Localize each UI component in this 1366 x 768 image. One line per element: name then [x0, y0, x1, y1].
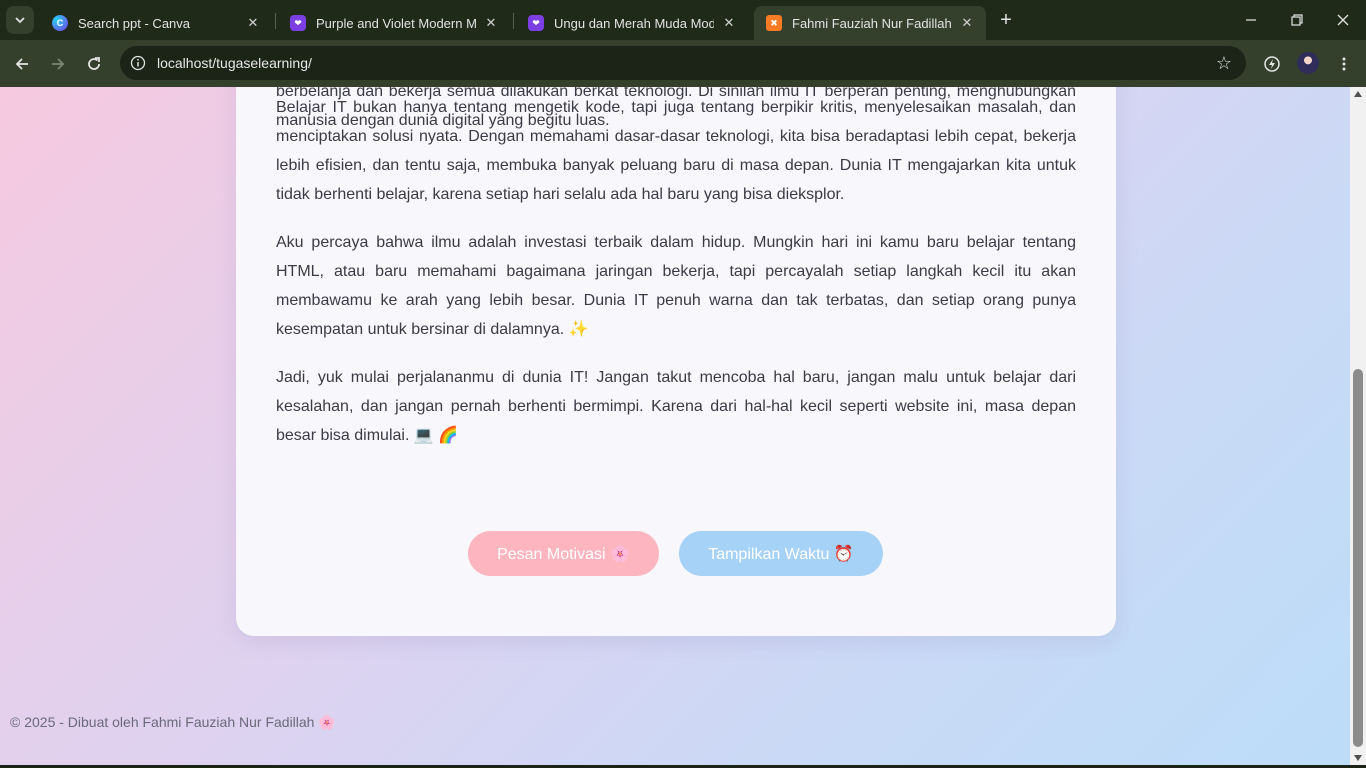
minimize-button[interactable] — [1228, 0, 1274, 40]
tab-title: Search ppt - Canva — [78, 15, 191, 31]
tab-canva-search[interactable]: C Search ppt - Canva ✕ — [40, 6, 272, 40]
tab-ungu-merah[interactable]: ❤ Ungu dan Merah Muda Modern ✕ — [516, 6, 748, 40]
chevron-down-icon — [15, 17, 25, 24]
reload-icon — [88, 57, 100, 70]
tab-separator — [275, 13, 276, 29]
close-icon[interactable]: ✕ — [958, 14, 976, 32]
reload-button[interactable] — [80, 50, 108, 78]
performance-icon — [1264, 56, 1280, 72]
content-card: berbelanja dan bekerja semua dilakukan b… — [236, 87, 1116, 636]
menu-button[interactable] — [1330, 50, 1358, 78]
motivation-button[interactable]: Pesan Motivasi 🌸 — [468, 531, 659, 576]
close-icon[interactable]: ✕ — [482, 14, 500, 32]
tab-purple-violet[interactable]: ❤ Purple and Violet Modern Marke ✕ — [278, 6, 510, 40]
tab-search-button[interactable] — [6, 6, 34, 34]
site-info-icon[interactable] — [129, 54, 147, 72]
paragraph-belajar-it: Belajar IT bukan hanya tentang mengetik … — [276, 99, 1076, 203]
tab-separator — [513, 13, 514, 29]
paragraph-investasi: Aku percaya bahwa ilmu adalah investasi … — [276, 234, 1076, 338]
more-vert-icon — [1342, 57, 1346, 71]
canva-design-icon: ❤ — [528, 15, 544, 31]
restore-icon — [1291, 14, 1303, 26]
canva-design-icon: ❤ — [290, 15, 306, 31]
scroll-down-arrow-icon[interactable] — [1354, 755, 1362, 761]
xampp-icon: ✖ — [766, 15, 782, 31]
address-bar[interactable]: localhost/tugaselearning/ ☆ — [120, 46, 1246, 80]
page-viewport: berbelanja dan bekerja semua dilakukan b… — [0, 87, 1350, 765]
restore-button[interactable] — [1274, 0, 1320, 40]
back-button[interactable] — [8, 50, 36, 78]
minimize-icon — [1246, 19, 1256, 21]
show-time-button[interactable]: Tampilkan Waktu ⏰ — [679, 531, 883, 576]
close-window-button[interactable] — [1320, 0, 1366, 40]
scroll-up-arrow-icon[interactable] — [1354, 91, 1362, 97]
url-text[interactable]: localhost/tugaselearning/ — [157, 55, 312, 71]
canva-icon: C — [52, 15, 68, 31]
footer-text: © 2025 - Dibuat oleh Fahmi Fauziah Nur F… — [10, 714, 336, 730]
bookmark-star-icon[interactable]: ☆ — [1216, 53, 1232, 74]
arrow-right-icon — [52, 58, 65, 70]
close-icon — [1337, 14, 1349, 26]
new-tab-button[interactable]: + — [994, 8, 1018, 32]
vertical-scrollbar[interactable] — [1350, 87, 1366, 765]
close-icon[interactable]: ✕ — [720, 14, 738, 32]
profile-avatar[interactable] — [1297, 52, 1319, 74]
tab-title: Purple and Violet Modern Marke — [316, 15, 476, 31]
tab-active-fahmi[interactable]: ✖ Fahmi Fauziah Nur Fadillah ✕ — [754, 6, 986, 40]
paragraph-ajakan: Jadi, yuk mulai perjalananmu di dunia IT… — [276, 369, 1076, 444]
arrow-left-icon — [15, 58, 28, 70]
browser-toolbar: localhost/tugaselearning/ ☆ — [0, 40, 1366, 87]
forward-button[interactable] — [44, 50, 72, 78]
tab-title: Fahmi Fauziah Nur Fadillah — [792, 15, 952, 31]
tab-title: Ungu dan Merah Muda Modern — [554, 15, 714, 31]
close-icon[interactable]: ✕ — [244, 14, 262, 32]
extension-button[interactable] — [1258, 50, 1286, 78]
tab-strip: C Search ppt - Canva ✕ ❤ Purple and Viol… — [0, 0, 1366, 40]
scroll-thumb[interactable] — [1353, 369, 1363, 747]
